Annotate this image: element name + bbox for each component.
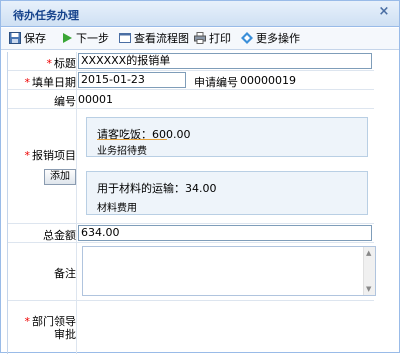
more-actions-button[interactable]: 更多操作 bbox=[241, 31, 300, 47]
item-category: 业务招待费 bbox=[97, 146, 147, 157]
number-value: 00001 bbox=[78, 93, 113, 106]
more-actions-label: 更多操作 bbox=[256, 32, 300, 45]
date-label: * 填单日期 bbox=[24, 76, 77, 89]
save-button[interactable]: 保存 bbox=[9, 31, 46, 47]
print-button[interactable]: 打印 bbox=[194, 31, 231, 47]
total-input[interactable]: 634.00 bbox=[78, 225, 372, 241]
print-label: 打印 bbox=[209, 32, 231, 45]
total-label: 总金额 bbox=[43, 229, 76, 242]
title-label: * 标题 bbox=[46, 57, 77, 70]
total-row: 总金额 634.00 bbox=[8, 224, 374, 243]
scroll-up-icon[interactable]: ▲ bbox=[366, 249, 371, 257]
window-titlebar: 待办任务办理 × bbox=[1, 1, 399, 27]
title-input[interactable]: XXXXXX的报销单 bbox=[78, 53, 372, 69]
next-label: 下一步 bbox=[76, 32, 109, 45]
next-button[interactable]: 下一步 bbox=[61, 31, 109, 47]
item-card[interactable]: 用于材料的运输：34.00 材料费用 bbox=[86, 171, 368, 215]
save-icon bbox=[9, 32, 21, 44]
item-card[interactable]: 请客吃饭：600.00 业务招待费 bbox=[86, 117, 368, 157]
window-title: 待办任务办理 bbox=[13, 9, 79, 22]
number-row: 编号 00001 bbox=[8, 90, 374, 109]
remark-textarea[interactable]: ▲ ▼ bbox=[82, 246, 376, 296]
apply-no-value: 00000019 bbox=[240, 74, 296, 87]
item-underline bbox=[97, 139, 167, 140]
items-row: * 报销项目 添加 请客吃饭：600.00 业务招待费 用于材料的运输：34.00… bbox=[8, 109, 374, 224]
flowchart-icon bbox=[119, 33, 131, 43]
items-label: * 报销项目 bbox=[24, 149, 77, 162]
title-row: * 标题 XXXXXX的报销单 bbox=[8, 52, 374, 71]
task-window: 待办任务办理 × 保存 下一步 查看流程图 打印 更多操作 * 标题 XXXXXX… bbox=[0, 0, 400, 354]
approval-row: * 部门领导 审批 bbox=[8, 301, 374, 354]
form-area: * 标题 XXXXXX的报销单 * 填单日期 2015-01-23 申请编号 000… bbox=[7, 52, 376, 354]
number-label: 编号 bbox=[54, 95, 76, 108]
date-row: * 填单日期 2015-01-23 申请编号 00000019 bbox=[8, 71, 374, 90]
remark-label: 备注 bbox=[54, 267, 76, 280]
remark-scrollbar[interactable]: ▲ ▼ bbox=[363, 247, 375, 295]
flowchart-button[interactable]: 查看流程图 bbox=[119, 31, 189, 47]
toolbar: 保存 下一步 查看流程图 打印 更多操作 bbox=[1, 28, 399, 50]
close-icon[interactable]: × bbox=[377, 5, 391, 19]
add-item-button[interactable]: 添加 bbox=[44, 169, 76, 185]
item-amount: 用于材料的运输：34.00 bbox=[97, 182, 217, 195]
approval-label-line2: 审批 bbox=[54, 328, 76, 341]
date-input[interactable]: 2015-01-23 bbox=[78, 72, 186, 88]
scroll-down-icon[interactable]: ▼ bbox=[366, 285, 371, 293]
more-actions-icon bbox=[241, 32, 253, 44]
play-icon bbox=[63, 33, 72, 43]
item-category: 材料费用 bbox=[97, 203, 137, 214]
apply-no-label: 申请编号 bbox=[194, 76, 238, 89]
save-label: 保存 bbox=[24, 32, 46, 45]
flowchart-label: 查看流程图 bbox=[134, 32, 189, 45]
printer-icon bbox=[194, 32, 206, 44]
